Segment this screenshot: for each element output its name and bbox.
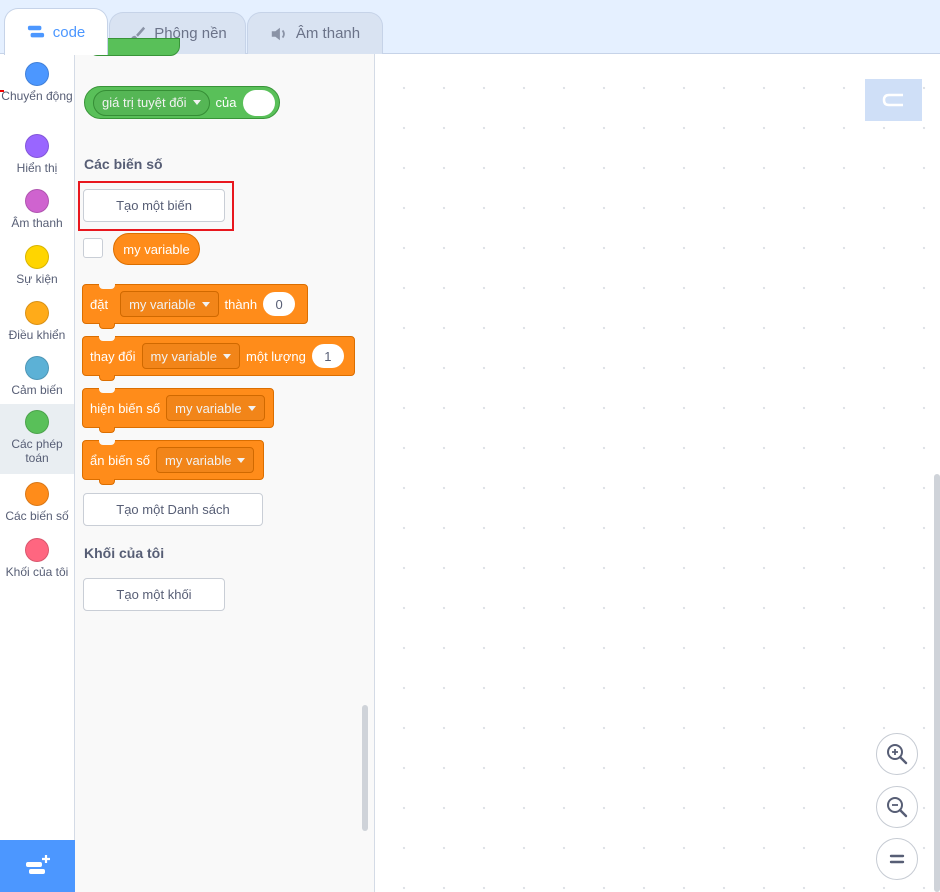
equals-icon: [889, 854, 905, 864]
chevron-down-icon: [192, 100, 201, 105]
number-input[interactable]: [242, 89, 275, 116]
block-notch: [99, 284, 115, 289]
block-notch: [99, 336, 115, 341]
category-dot: [25, 245, 49, 269]
value-input[interactable]: 0: [263, 292, 296, 316]
variable-dropdown-value: my variable: [129, 296, 196, 312]
category-sound[interactable]: Âm thanh: [0, 183, 74, 239]
sprite-thumbnail: [865, 79, 922, 121]
category-looks[interactable]: Hiển thị: [0, 128, 74, 184]
variable-dropdown[interactable]: my variable: [156, 447, 255, 473]
category-dot: [25, 189, 49, 213]
backdrop-icon: [882, 93, 903, 107]
chevron-down-icon: [237, 457, 246, 463]
category-label: Các phép toán: [11, 437, 63, 465]
category-dot: [25, 301, 49, 325]
category-label: Chuyển động: [1, 89, 73, 103]
tab-code[interactable]: code: [4, 8, 108, 55]
change-label: thay đổi: [90, 348, 136, 364]
block-notch: [99, 388, 115, 393]
make-block-button[interactable]: Tạo một khối: [83, 578, 225, 611]
category-motion[interactable]: Chuyển động: [0, 56, 74, 112]
speaker-icon: [271, 27, 285, 40]
palette-scrollbar[interactable]: [362, 705, 368, 831]
highlight-box: [78, 181, 234, 231]
block-bump: [99, 375, 115, 381]
by-label: một lượng: [246, 348, 306, 364]
variable-dropdown-value: my variable: [165, 452, 232, 468]
block-notch: [99, 440, 115, 445]
hide-variable-label: ẩn biến số: [90, 452, 150, 468]
show-variable-block[interactable]: hiện biến số my variable: [82, 388, 274, 433]
category-menu: Chuyển động Hiển thị Âm thanh Sự kiện Đi…: [0, 54, 75, 892]
tab-sounds[interactable]: Âm thanh: [247, 12, 383, 54]
abs-of-block[interactable]: giá trị tuyệt đối của: [84, 86, 280, 119]
category-label: Khối của tôi: [5, 565, 69, 579]
script-workspace[interactable]: [376, 54, 940, 892]
block-bump: [99, 323, 115, 329]
category-label: Âm thanh: [11, 216, 63, 230]
category-label: Hiển thị: [16, 161, 58, 175]
set-variable-block[interactable]: đặt my variable thành 0: [82, 284, 308, 329]
zoom-out-button[interactable]: [876, 786, 918, 828]
show-variable-label: hiện biến số: [90, 400, 161, 416]
variable-dropdown[interactable]: my variable: [166, 395, 265, 421]
category-label: Điều khiển: [8, 328, 66, 342]
category-events[interactable]: Sự kiện: [0, 239, 74, 295]
category-sensing[interactable]: Cảm biến: [0, 350, 74, 406]
value-input[interactable]: 1: [311, 344, 344, 368]
variable-dropdown-value: my variable: [150, 348, 218, 364]
block-bump: [99, 479, 115, 485]
variable-dropdown[interactable]: my variable: [120, 291, 219, 317]
variables-heading: Các biến số: [84, 156, 163, 172]
category-dot: [25, 356, 49, 380]
category-operators[interactable]: Các phép toán: [0, 404, 74, 474]
chevron-down-icon: [201, 301, 210, 307]
math-function-value: giá trị tuyệt đối: [102, 95, 187, 110]
category-label: Các biến số: [5, 509, 69, 523]
zoom-reset-button[interactable]: [876, 838, 918, 880]
variable-checkbox[interactable]: [83, 238, 103, 258]
tab-label: Âm thanh: [295, 25, 361, 42]
edge-marker: [0, 90, 4, 92]
change-variable-block[interactable]: thay đổi my variable một lượng 1: [82, 336, 355, 381]
category-my-blocks[interactable]: Khối của tôi: [0, 532, 74, 588]
workspace-scrollbar[interactable]: [934, 474, 940, 892]
hide-variable-block[interactable]: ẩn biến số my variable: [82, 440, 264, 485]
math-function-dropdown[interactable]: giá trị tuyệt đối: [93, 89, 210, 116]
category-dot: [25, 62, 49, 86]
code-icon: [27, 25, 44, 38]
variable-reporter[interactable]: my variable: [113, 233, 200, 265]
category-dot: [25, 538, 49, 562]
set-label: đặt: [90, 296, 109, 312]
chevron-down-icon: [223, 353, 232, 359]
tab-label: code: [52, 23, 86, 41]
to-label: thành: [224, 296, 258, 312]
zoom-out-icon: [887, 797, 908, 818]
category-dot: [25, 134, 49, 158]
my-blocks-heading: Khối của tôi: [84, 545, 165, 561]
category-variables[interactable]: Các biến số: [0, 476, 74, 532]
of-label: của: [215, 95, 237, 110]
zoom-in-icon: [887, 744, 908, 765]
add-extension-button[interactable]: [0, 840, 75, 892]
zoom-in-button[interactable]: [876, 733, 918, 775]
category-dot: [25, 410, 49, 434]
block-bump: [99, 427, 115, 433]
category-label: Sự kiện: [16, 272, 58, 286]
variable-dropdown-value: my variable: [175, 400, 242, 416]
make-list-button[interactable]: Tạo một Danh sách: [83, 493, 263, 526]
category-control[interactable]: Điều khiển: [0, 295, 74, 351]
category-dot: [25, 482, 49, 506]
variable-dropdown[interactable]: my variable: [141, 343, 241, 369]
chevron-down-icon: [247, 405, 256, 411]
add-extension-icon: [25, 855, 50, 874]
category-label: Cảm biến: [11, 383, 63, 397]
